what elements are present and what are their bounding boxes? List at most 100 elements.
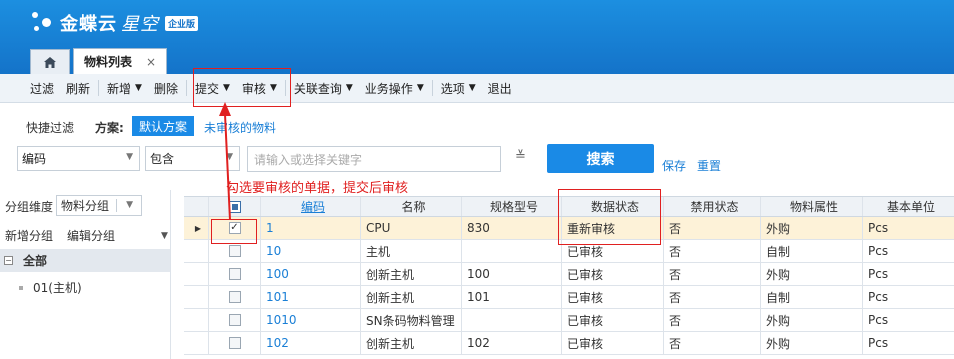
brand-name: 金蝶云 <box>60 14 117 35</box>
row-checkbox[interactable] <box>228 314 241 326</box>
spec-cell: 830 <box>462 217 562 239</box>
name-cell: SN条码物料管理 <box>361 309 462 331</box>
reset-link[interactable]: 重置 <box>697 157 721 174</box>
toolbar-divider <box>185 80 187 96</box>
app-logo: 金蝶云 星空 企业版 <box>30 6 199 40</box>
edition-badge: 企业版 <box>165 15 199 31</box>
toolbar-divider <box>431 80 433 96</box>
tab-material-list[interactable]: 物料列表 × <box>73 48 168 74</box>
spec-cell <box>462 309 562 331</box>
column-header-code[interactable]: 编码 <box>261 197 361 216</box>
toolbar-divider <box>98 80 100 96</box>
attr-cell: 自制 <box>761 240 863 262</box>
expand-chevron-icon[interactable]: ≚ <box>515 149 526 164</box>
attr-cell: 外购 <box>761 309 863 331</box>
save-link[interactable]: 保存 <box>662 157 686 174</box>
tab-bar: 物料列表 × <box>30 48 168 74</box>
search-button[interactable]: 搜索 <box>547 144 654 173</box>
delete-button[interactable]: 删除 <box>148 78 184 98</box>
table-row[interactable]: 100 创新主机 100 已审核 否 外购 Pcs <box>184 263 954 286</box>
spec-cell: 100 <box>462 263 562 285</box>
options-button[interactable]: 选项 ▼ <box>435 78 482 98</box>
exit-button[interactable]: 退出 <box>482 78 518 98</box>
add-group-button[interactable]: 新增分组 <box>5 227 53 244</box>
status-cell: 已审核 <box>562 263 664 285</box>
code-cell[interactable]: 101 <box>261 286 361 308</box>
product-name: 星空 <box>121 14 159 35</box>
close-icon[interactable]: × <box>146 55 156 69</box>
status-cell: 已审核 <box>562 286 664 308</box>
column-header-spec[interactable]: 规格型号 <box>462 197 562 216</box>
caret-down-icon: ▼ <box>416 83 424 93</box>
chevron-down-icon: ▼ <box>126 152 133 162</box>
bullet-icon <box>19 285 23 290</box>
disabled-cell: 否 <box>664 217 761 239</box>
table-row[interactable]: 1010 SN条码物料管理 已审核 否 外购 Pcs <box>184 309 954 332</box>
attr-cell: 外购 <box>761 217 863 239</box>
new-button[interactable]: 新增 ▼ <box>101 78 148 98</box>
unit-cell: Pcs <box>868 290 889 304</box>
column-header-name[interactable]: 名称 <box>361 197 462 216</box>
table-row[interactable]: 102 创新主机 102 已审核 否 外购 Pcs <box>184 332 954 355</box>
disabled-cell: 否 <box>664 286 761 308</box>
name-cell: 创新主机 <box>361 286 462 308</box>
related-query-button[interactable]: 关联查询 ▼ <box>288 78 359 98</box>
status-cell: 已审核 <box>562 309 664 331</box>
filter-button[interactable]: 过滤 <box>24 78 60 98</box>
unit-cell: Pcs <box>868 244 889 258</box>
tab-home[interactable] <box>30 49 70 74</box>
spec-cell: 101 <box>462 286 562 308</box>
row-checkbox[interactable] <box>228 337 241 349</box>
spec-cell <box>462 240 562 262</box>
logo-dots-icon <box>30 8 54 38</box>
caret-down-icon: ▼ <box>468 83 476 93</box>
row-checkbox[interactable] <box>228 268 241 280</box>
plan-default-button[interactable]: 默认方案 <box>132 116 195 136</box>
tree-node-01[interactable]: 01(主机) <box>19 279 82 296</box>
name-cell: 创新主机 <box>361 332 462 354</box>
unit-cell: Pcs <box>868 336 889 350</box>
app-header: 金蝶云 星空 企业版 物料列表 × <box>0 0 954 74</box>
annotation-box-status <box>558 189 661 245</box>
column-header-disabled[interactable]: 禁用状态 <box>664 197 761 216</box>
code-cell[interactable]: 1010 <box>261 309 361 331</box>
unit-cell: Pcs <box>868 313 889 327</box>
current-row-icon: ▶ <box>184 217 209 239</box>
disabled-cell: 否 <box>664 309 761 331</box>
unit-cell: Pcs <box>868 267 889 281</box>
unit-cell: Pcs <box>868 221 889 235</box>
annotation-text: 勾选要审核的单据，提交后审核 <box>226 181 409 196</box>
attr-cell: 自制 <box>761 286 863 308</box>
toolbar: 过滤 刷新 新增 ▼ 删除 提交 ▼ 审核 ▼ 关联查询 ▼ 业务操作 ▼ 选项 ▼ 退出 <box>0 74 954 103</box>
chevron-down-icon: ▼ <box>126 200 133 210</box>
caret-down-icon: ▼ <box>135 83 142 93</box>
spec-cell: 102 <box>462 332 562 354</box>
refresh-button[interactable]: 刷新 <box>60 78 96 98</box>
disabled-cell: 否 <box>664 240 761 262</box>
row-checkbox[interactable] <box>228 245 241 257</box>
table-row[interactable]: 101 创新主机 101 已审核 否 自制 Pcs <box>184 286 954 309</box>
code-cell[interactable]: 1 <box>261 217 361 239</box>
annotation-arrow-icon <box>219 102 231 221</box>
name-cell: 创新主机 <box>361 263 462 285</box>
home-icon <box>44 56 56 68</box>
name-cell: 主机 <box>361 240 462 262</box>
column-header-attr[interactable]: 物料属性 <box>761 197 863 216</box>
column-header-unit[interactable]: 基本单位 <box>863 197 954 216</box>
keyword-input[interactable]: 请输入或选择关键字 <box>247 146 501 172</box>
filter-field-select[interactable]: 编码 ▼ <box>17 146 140 171</box>
code-cell[interactable]: 10 <box>261 240 361 262</box>
attr-cell: 外购 <box>761 263 863 285</box>
business-ops-button[interactable]: 业务操作 ▼ <box>359 78 430 98</box>
collapse-icon[interactable]: − <box>4 256 13 265</box>
attr-cell: 外购 <box>761 332 863 354</box>
tree-node-all[interactable]: − 全部 <box>0 249 170 272</box>
row-checkbox[interactable] <box>228 291 241 303</box>
disabled-cell: 否 <box>664 332 761 354</box>
group-dimension-select[interactable]: 物料分组 ▼ <box>56 195 142 216</box>
edit-group-button[interactable]: 编辑分组 <box>67 227 115 244</box>
more-icon[interactable]: ▼ <box>161 231 168 241</box>
panel-divider <box>170 190 171 359</box>
code-cell[interactable]: 102 <box>261 332 361 354</box>
code-cell[interactable]: 100 <box>261 263 361 285</box>
